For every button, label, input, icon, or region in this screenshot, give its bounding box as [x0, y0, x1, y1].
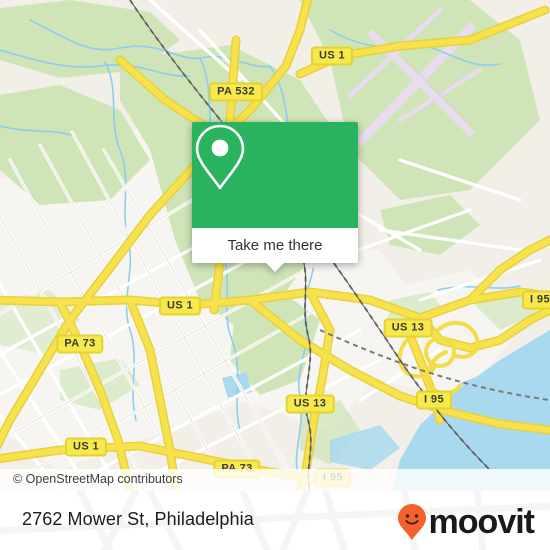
road-shield: US 1	[64, 437, 108, 457]
moovit-location-card: US 1 PA 532 US 1 US 13 I 95 PA 73 US 13 I 95 US …	[0, 0, 550, 550]
popup-header	[192, 122, 358, 228]
road-shield: I 95	[522, 290, 550, 310]
road-shield: PA 73	[56, 334, 104, 354]
map-canvas[interactable]: US 1 PA 532 US 1 US 13 I 95 PA 73 US 13 I 95 US …	[0, 0, 550, 491]
attribution-text: © OpenStreetMap contributors	[13, 472, 183, 486]
map-pin-icon	[195, 124, 245, 190]
moovit-logo[interactable]: moovit	[397, 503, 535, 541]
road-shield: US 1	[310, 46, 354, 66]
road-shield: US 1	[158, 296, 202, 316]
road-shield: PA 532	[209, 82, 263, 102]
moovit-pin-icon	[397, 504, 426, 540]
take-me-there-label: Take me there	[227, 237, 323, 254]
road-shield: US 13	[285, 394, 335, 414]
take-me-there-button[interactable]: Take me there	[192, 228, 358, 263]
location-popup[interactable]: Take me there	[192, 122, 358, 272]
road-shield: US 13	[383, 318, 433, 338]
moovit-wordmark: moovit	[428, 503, 535, 541]
footer-bar: 2762 Mower St, Philadelphia moovit	[0, 491, 550, 550]
road-shield: I 95	[416, 390, 452, 410]
map-attribution: © OpenStreetMap contributors	[0, 469, 550, 491]
popup-tail	[265, 262, 285, 272]
address-label: 2762 Mower St, Philadelphia	[22, 509, 254, 529]
